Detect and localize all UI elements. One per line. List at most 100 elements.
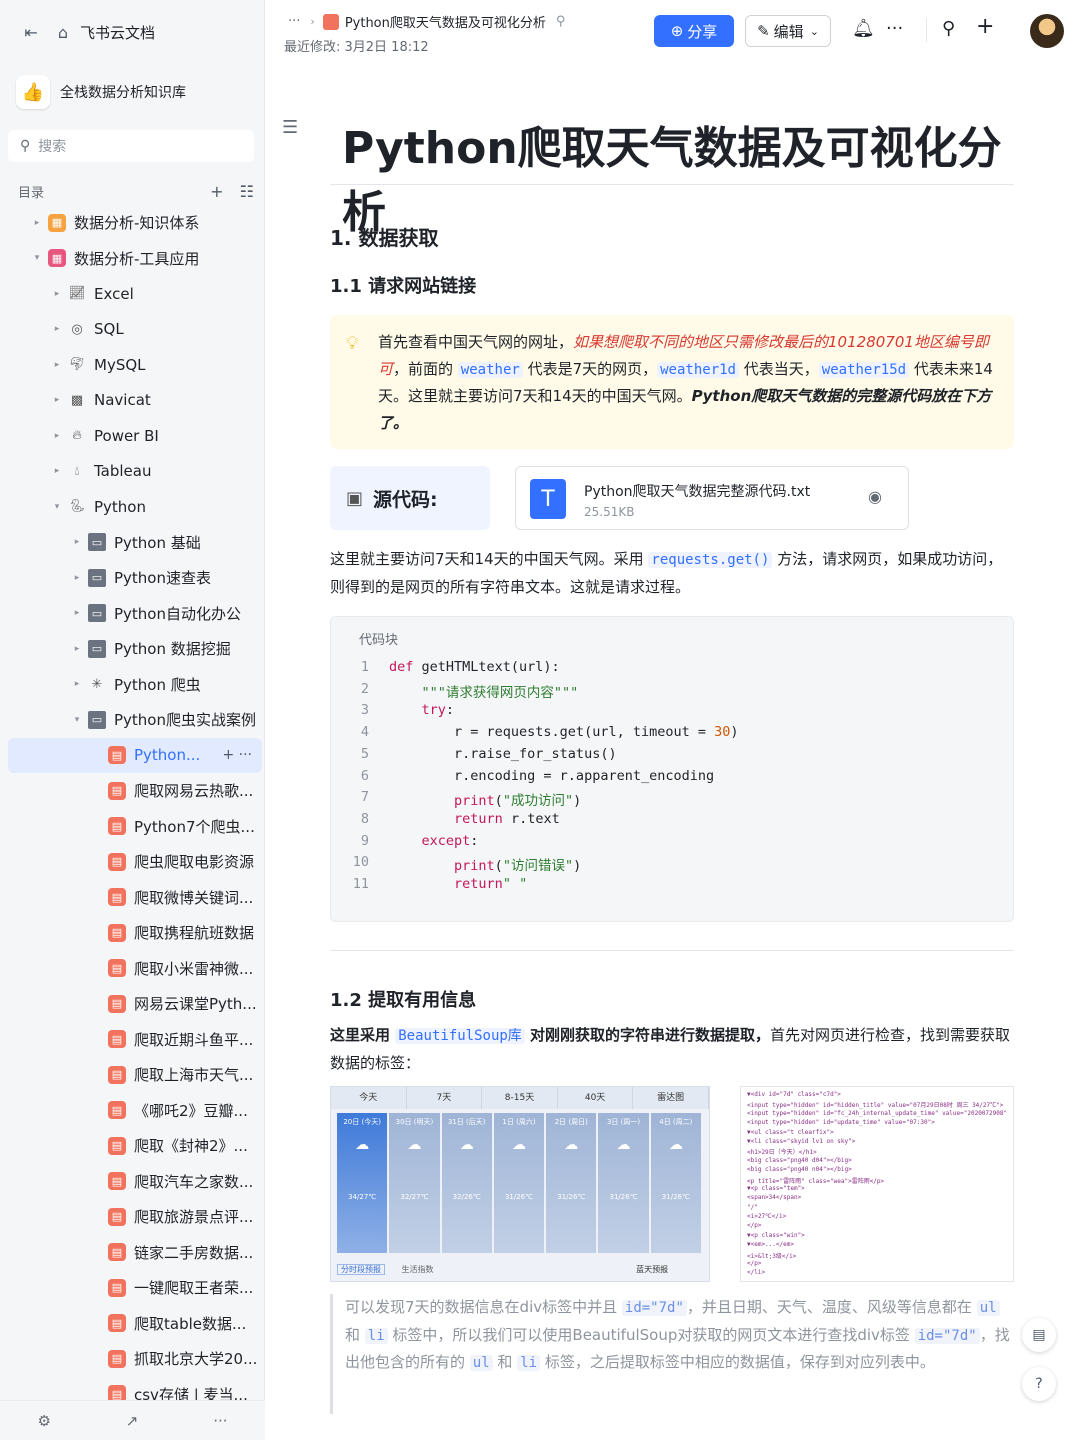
pin-icon[interactable]: ⚲ [556, 14, 566, 29]
knowledge-base-header[interactable]: 👍 全栈数据分析知识库 [16, 72, 256, 112]
outline-icon[interactable]: ☰ [282, 117, 298, 138]
doc-icon: ▤ [108, 1278, 126, 1297]
preview-eye-icon[interactable]: ◉ [868, 487, 882, 506]
more-icon[interactable]: ··· [213, 1412, 227, 1430]
bell-icon[interactable]: 🔔︎ [852, 18, 875, 39]
sidebar-item[interactable]: ▾ ▦ 数据分析-工具应用 [8, 241, 262, 277]
caret-right-icon[interactable]: ▸ [50, 324, 64, 334]
comment-icon[interactable]: ▤ [1022, 1318, 1056, 1352]
code-text: try: [421, 702, 455, 719]
caret-right-icon[interactable]: ▸ [70, 573, 84, 583]
caret-right-icon[interactable]: ▸ [70, 679, 84, 689]
sidebar-item[interactable]: ▤ 爬取近期斗鱼平... [8, 1022, 262, 1058]
sidebar-item[interactable]: ▸ 📈︎ Excel [8, 276, 262, 312]
collapse-sidebar-icon[interactable]: ⇤ [20, 21, 42, 43]
sidebar-item[interactable]: ▤ 爬取《封神2》... [8, 1128, 262, 1164]
breadcrumb-more[interactable]: ··· [288, 14, 300, 29]
html-source-line: <i>&lt;3级</i> [747, 1252, 797, 1260]
sidebar-item[interactable]: ▤ csv存储 | 麦当... [8, 1377, 262, 1400]
sidebar-item[interactable]: ▤ 爬取小米雷神微... [8, 951, 262, 987]
sidebar-item[interactable]: ▤ 爬取携程航班数据 [8, 915, 262, 951]
cloud-rain-icon: ☁ [459, 1137, 474, 1153]
sidebar-item[interactable]: ▸ ▩ Navicat [8, 383, 262, 419]
sidebar-item[interactable]: ▸ ▭ Python 基础 [8, 525, 262, 561]
sidebar-item[interactable]: ▤ Python7个爬虫... [8, 809, 262, 845]
sidebar-item[interactable]: ▾ ▭ Python爬虫实战案例 [8, 702, 262, 738]
caret-right-icon[interactable]: ▸ [70, 644, 84, 654]
sidebar-item[interactable]: ▤ 爬虫爬取电影资源 [8, 844, 262, 880]
header-divider [926, 18, 927, 42]
sidebar-item[interactable]: ▸ ▦ 数据分析-知识体系 [8, 205, 262, 241]
settings-icon[interactable]: ⚙ [37, 1412, 50, 1430]
sidebar-item[interactable]: ▸ ▭ Python 数据挖掘 [8, 631, 262, 667]
doc-icon: ▤ [108, 1314, 126, 1333]
sidebar-footer: ⚙ ↗ ··· [0, 1400, 265, 1440]
cloud-rain-icon: ☁ [511, 1137, 526, 1153]
sidebar-item[interactable]: ▤ 网易云课堂Pyth... [8, 986, 262, 1022]
chevron-down-icon: ⌄ [809, 24, 819, 38]
caret-right-icon[interactable]: ▸ [70, 608, 84, 618]
app-name[interactable]: 飞书云文档 [80, 22, 155, 43]
html-source-line: ▼<ul class="t clearfix"> [747, 1128, 834, 1136]
sidebar-item[interactable]: ▤ Python... + ··· [8, 737, 262, 773]
code-block[interactable]: 代码块 1 def getHTMLtext(url): 2 """请求获得网页内容"… [330, 616, 1014, 922]
code-line: 5 r.raise_for_status() [331, 746, 1015, 768]
title-divider [330, 184, 1014, 185]
caret-right-icon[interactable]: ▸ [70, 537, 84, 547]
sidebar-item[interactable]: ▸ ◎ SQL [8, 312, 262, 348]
sidebar-item-label: Tableau [94, 462, 152, 481]
share-button[interactable]: ⊕ 分享 [654, 15, 734, 47]
add-icon[interactable]: + [976, 14, 994, 39]
search-input[interactable]: ⚲ 搜索 [8, 130, 254, 162]
breadcrumb-title[interactable]: Python爬取天气数据及可视化分析 [345, 12, 546, 31]
help-icon[interactable]: ? [1022, 1367, 1056, 1401]
avatar[interactable] [1030, 14, 1064, 48]
more-options-icon[interactable]: ··· [886, 18, 903, 39]
sidebar-item[interactable]: ▤ 爬取旅游景点评... [8, 1199, 262, 1235]
html-inspector-screenshot: ▼<div id="7d" class="c7d"> <input type="… [740, 1086, 1014, 1282]
edit-button[interactable]: ✎ 编辑 ⌄ [745, 15, 831, 47]
share-out-icon[interactable]: ↗ [126, 1412, 139, 1430]
folder-icon: ▭ [88, 604, 106, 623]
add-icon[interactable]: + [210, 182, 223, 201]
sidebar-item[interactable]: ▸ ▭ Python自动化办公 [8, 596, 262, 632]
caret-right-icon[interactable]: ▸ [50, 466, 64, 476]
weather-day-label: 2日 (周日) [554, 1118, 588, 1126]
list-settings-icon[interactable]: ☷ [240, 182, 254, 201]
sidebar-item[interactable]: ▤ 爬取微博关键词... [8, 880, 262, 916]
home-icon[interactable]: ⌂ [52, 21, 74, 43]
file-attachment[interactable]: T Python爬取天气数据完整源代码.txt 25.51KB ◉ [515, 466, 909, 530]
item-actions[interactable]: + ··· [222, 747, 252, 763]
sidebar-item[interactable]: ▤ 爬取table数据... [8, 1306, 262, 1342]
code-line: 8 return r.text [331, 811, 1015, 833]
sidebar-item[interactable]: ▸ ✳ Python 爬虫 [8, 667, 262, 703]
sidebar-item[interactable]: ▤ 链家二手房数据... [8, 1235, 262, 1271]
sidebar-item[interactable]: ▤ 爬取汽车之家数... [8, 1164, 262, 1200]
sidebar-item[interactable]: ▸ ▭ Python速查表 [8, 560, 262, 596]
caret-right-icon[interactable]: ▸ [50, 360, 64, 370]
sidebar-item[interactable]: ▤ 爬取网易云热歌... [8, 773, 262, 809]
sidebar-item[interactable]: ▤ 一键爬取王者荣... [8, 1270, 262, 1306]
caret-right-icon[interactable]: ▸ [50, 289, 64, 299]
file-size: 25.51KB [584, 505, 635, 519]
sidebar-item[interactable]: ▸ 🔥︎ Power BI [8, 418, 262, 454]
html-source-line: </p> [747, 1260, 762, 1268]
sidebar-item[interactable]: ▤ 抓取北京大学20... [8, 1341, 262, 1377]
sidebar-item[interactable]: ▸ 🐬︎ MySQL [8, 347, 262, 383]
caret-right-icon[interactable]: ▸ [50, 395, 64, 405]
line-number: 8 [360, 810, 369, 827]
caret-down-icon[interactable]: ▾ [30, 253, 44, 263]
sidebar-item-label: Python速查表 [114, 569, 211, 588]
sidebar-item[interactable]: ▾ 🐍︎ Python [8, 489, 262, 525]
sidebar-item-label: 数据分析-工具应用 [74, 249, 200, 268]
weather-tab: 7天 [407, 1087, 483, 1109]
sidebar-item[interactable]: ▤ 《哪吒2》豆瓣... [8, 1093, 262, 1129]
caret-right-icon[interactable]: ▸ [50, 431, 64, 441]
line-number: 6 [360, 767, 369, 784]
sidebar-item[interactable]: ▸ 💧︎ Tableau [8, 454, 262, 490]
caret-down-icon[interactable]: ▾ [50, 502, 64, 512]
search-icon[interactable]: ⚲ [942, 18, 955, 39]
caret-right-icon[interactable]: ▸ [30, 218, 44, 228]
caret-down-icon[interactable]: ▾ [70, 715, 84, 725]
sidebar-item[interactable]: ▤ 爬取上海市天气... [8, 1057, 262, 1093]
